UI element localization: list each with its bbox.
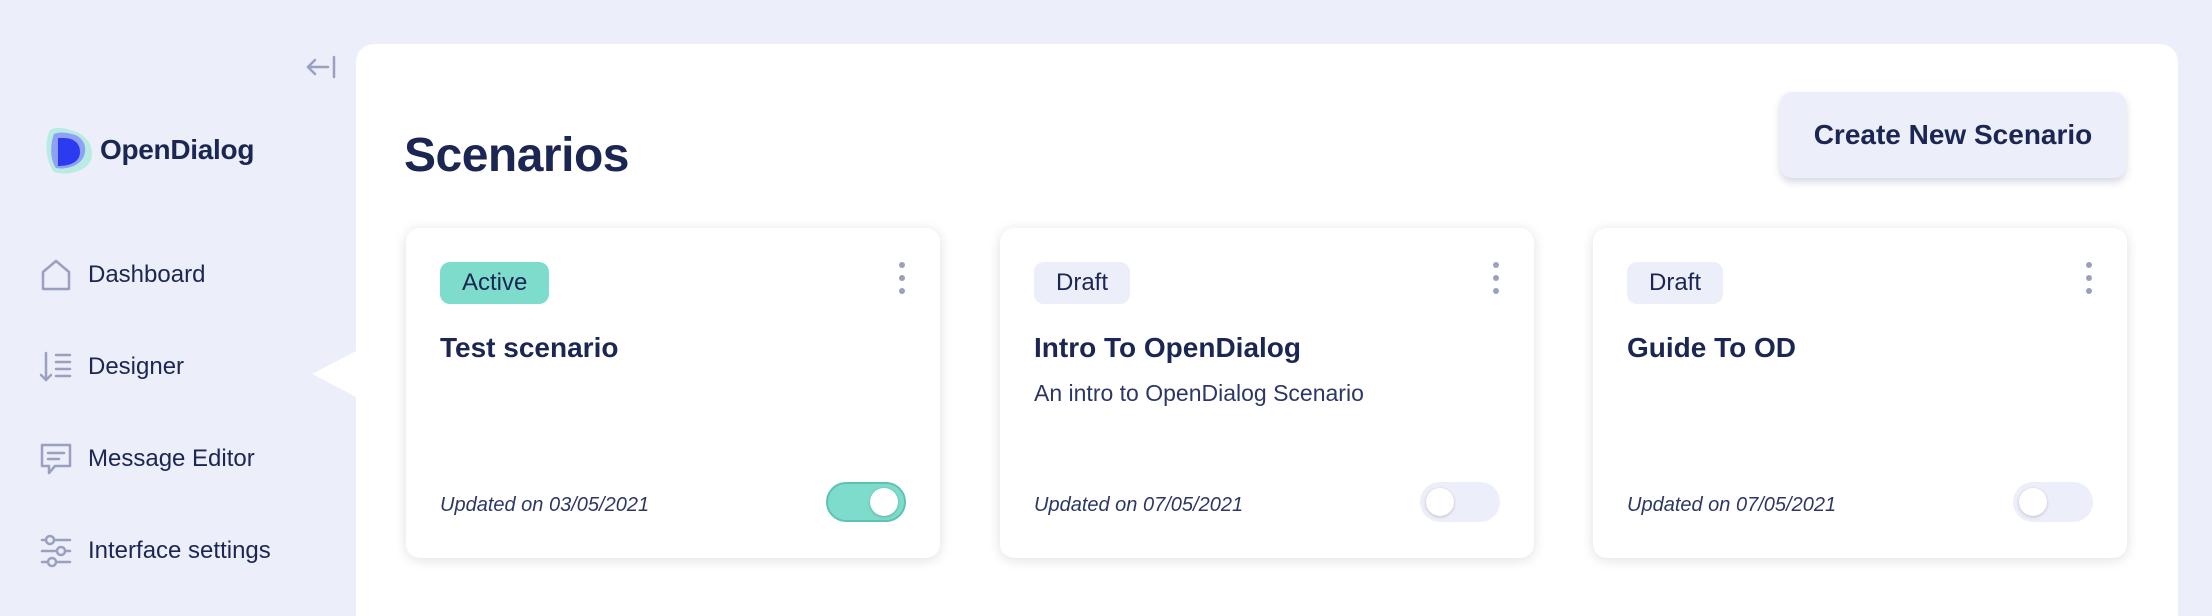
scenario-toggle[interactable]: [826, 482, 906, 522]
active-nav-indicator: [312, 350, 358, 398]
status-badge: Active: [440, 262, 550, 304]
main-panel: Scenarios Create New Scenario Active Tes…: [356, 44, 2178, 616]
sidebar-item-label: Dashboard: [88, 261, 206, 288]
more-options-icon[interactable]: [2081, 262, 2097, 302]
scenario-card[interactable]: Draft Intro To OpenDialog An intro to Op…: [1000, 228, 1534, 558]
scenario-title: Intro To OpenDialog: [1034, 332, 1302, 363]
scenario-card[interactable]: Active Test scenario Updated on 03/05/20…: [406, 228, 940, 558]
sidebar-item-dashboard[interactable]: Dashboard: [38, 250, 338, 300]
toggle-knob: [1426, 488, 1454, 516]
scenario-toggle[interactable]: [1420, 482, 1500, 522]
home-icon: [38, 255, 74, 295]
brand-name: OpenDialog: [100, 134, 255, 165]
scenario-title: Guide To OD: [1627, 332, 1797, 363]
create-new-scenario-button[interactable]: Create New Scenario: [1780, 92, 2126, 178]
more-options-icon[interactable]: [894, 262, 910, 302]
toggle-knob: [2019, 488, 2047, 516]
sidebar-item-designer[interactable]: Designer: [38, 342, 338, 392]
collapse-left-icon[interactable]: [304, 52, 338, 82]
scenario-card[interactable]: Draft Guide To OD Updated on 07/05/2021: [1593, 228, 2127, 558]
updated-date: Updated on 07/05/2021: [1034, 494, 1244, 516]
sidebar: OpenDialog Dashboard Designer Message Ed…: [0, 0, 356, 616]
opendialog-logo-icon: [40, 122, 96, 178]
status-badge: Draft: [1627, 262, 1724, 304]
logo[interactable]: OpenDialog: [40, 122, 254, 178]
page-title: Scenarios: [404, 129, 629, 182]
sidebar-item-label: Designer: [88, 353, 185, 380]
message-icon: [38, 439, 74, 479]
status-badge: Draft: [1034, 262, 1131, 304]
sidebar-item-label: Message Editor: [88, 445, 255, 472]
scenario-title: Test scenario: [440, 332, 619, 363]
sliders-icon: [38, 531, 74, 571]
scenario-description: An intro to OpenDialog Scenario: [1034, 380, 1364, 406]
scenario-toggle[interactable]: [2013, 482, 2093, 522]
updated-date: Updated on 07/05/2021: [1627, 494, 1837, 516]
sidebar-item-interface-settings[interactable]: Interface settings: [38, 526, 338, 576]
sort-list-icon: [38, 347, 74, 387]
sidebar-item-label: Interface settings: [88, 537, 271, 564]
sidebar-item-message-editor[interactable]: Message Editor: [38, 434, 338, 484]
toggle-knob: [870, 488, 898, 516]
updated-date: Updated on 03/05/2021: [440, 494, 650, 516]
more-options-icon[interactable]: [1488, 262, 1504, 302]
